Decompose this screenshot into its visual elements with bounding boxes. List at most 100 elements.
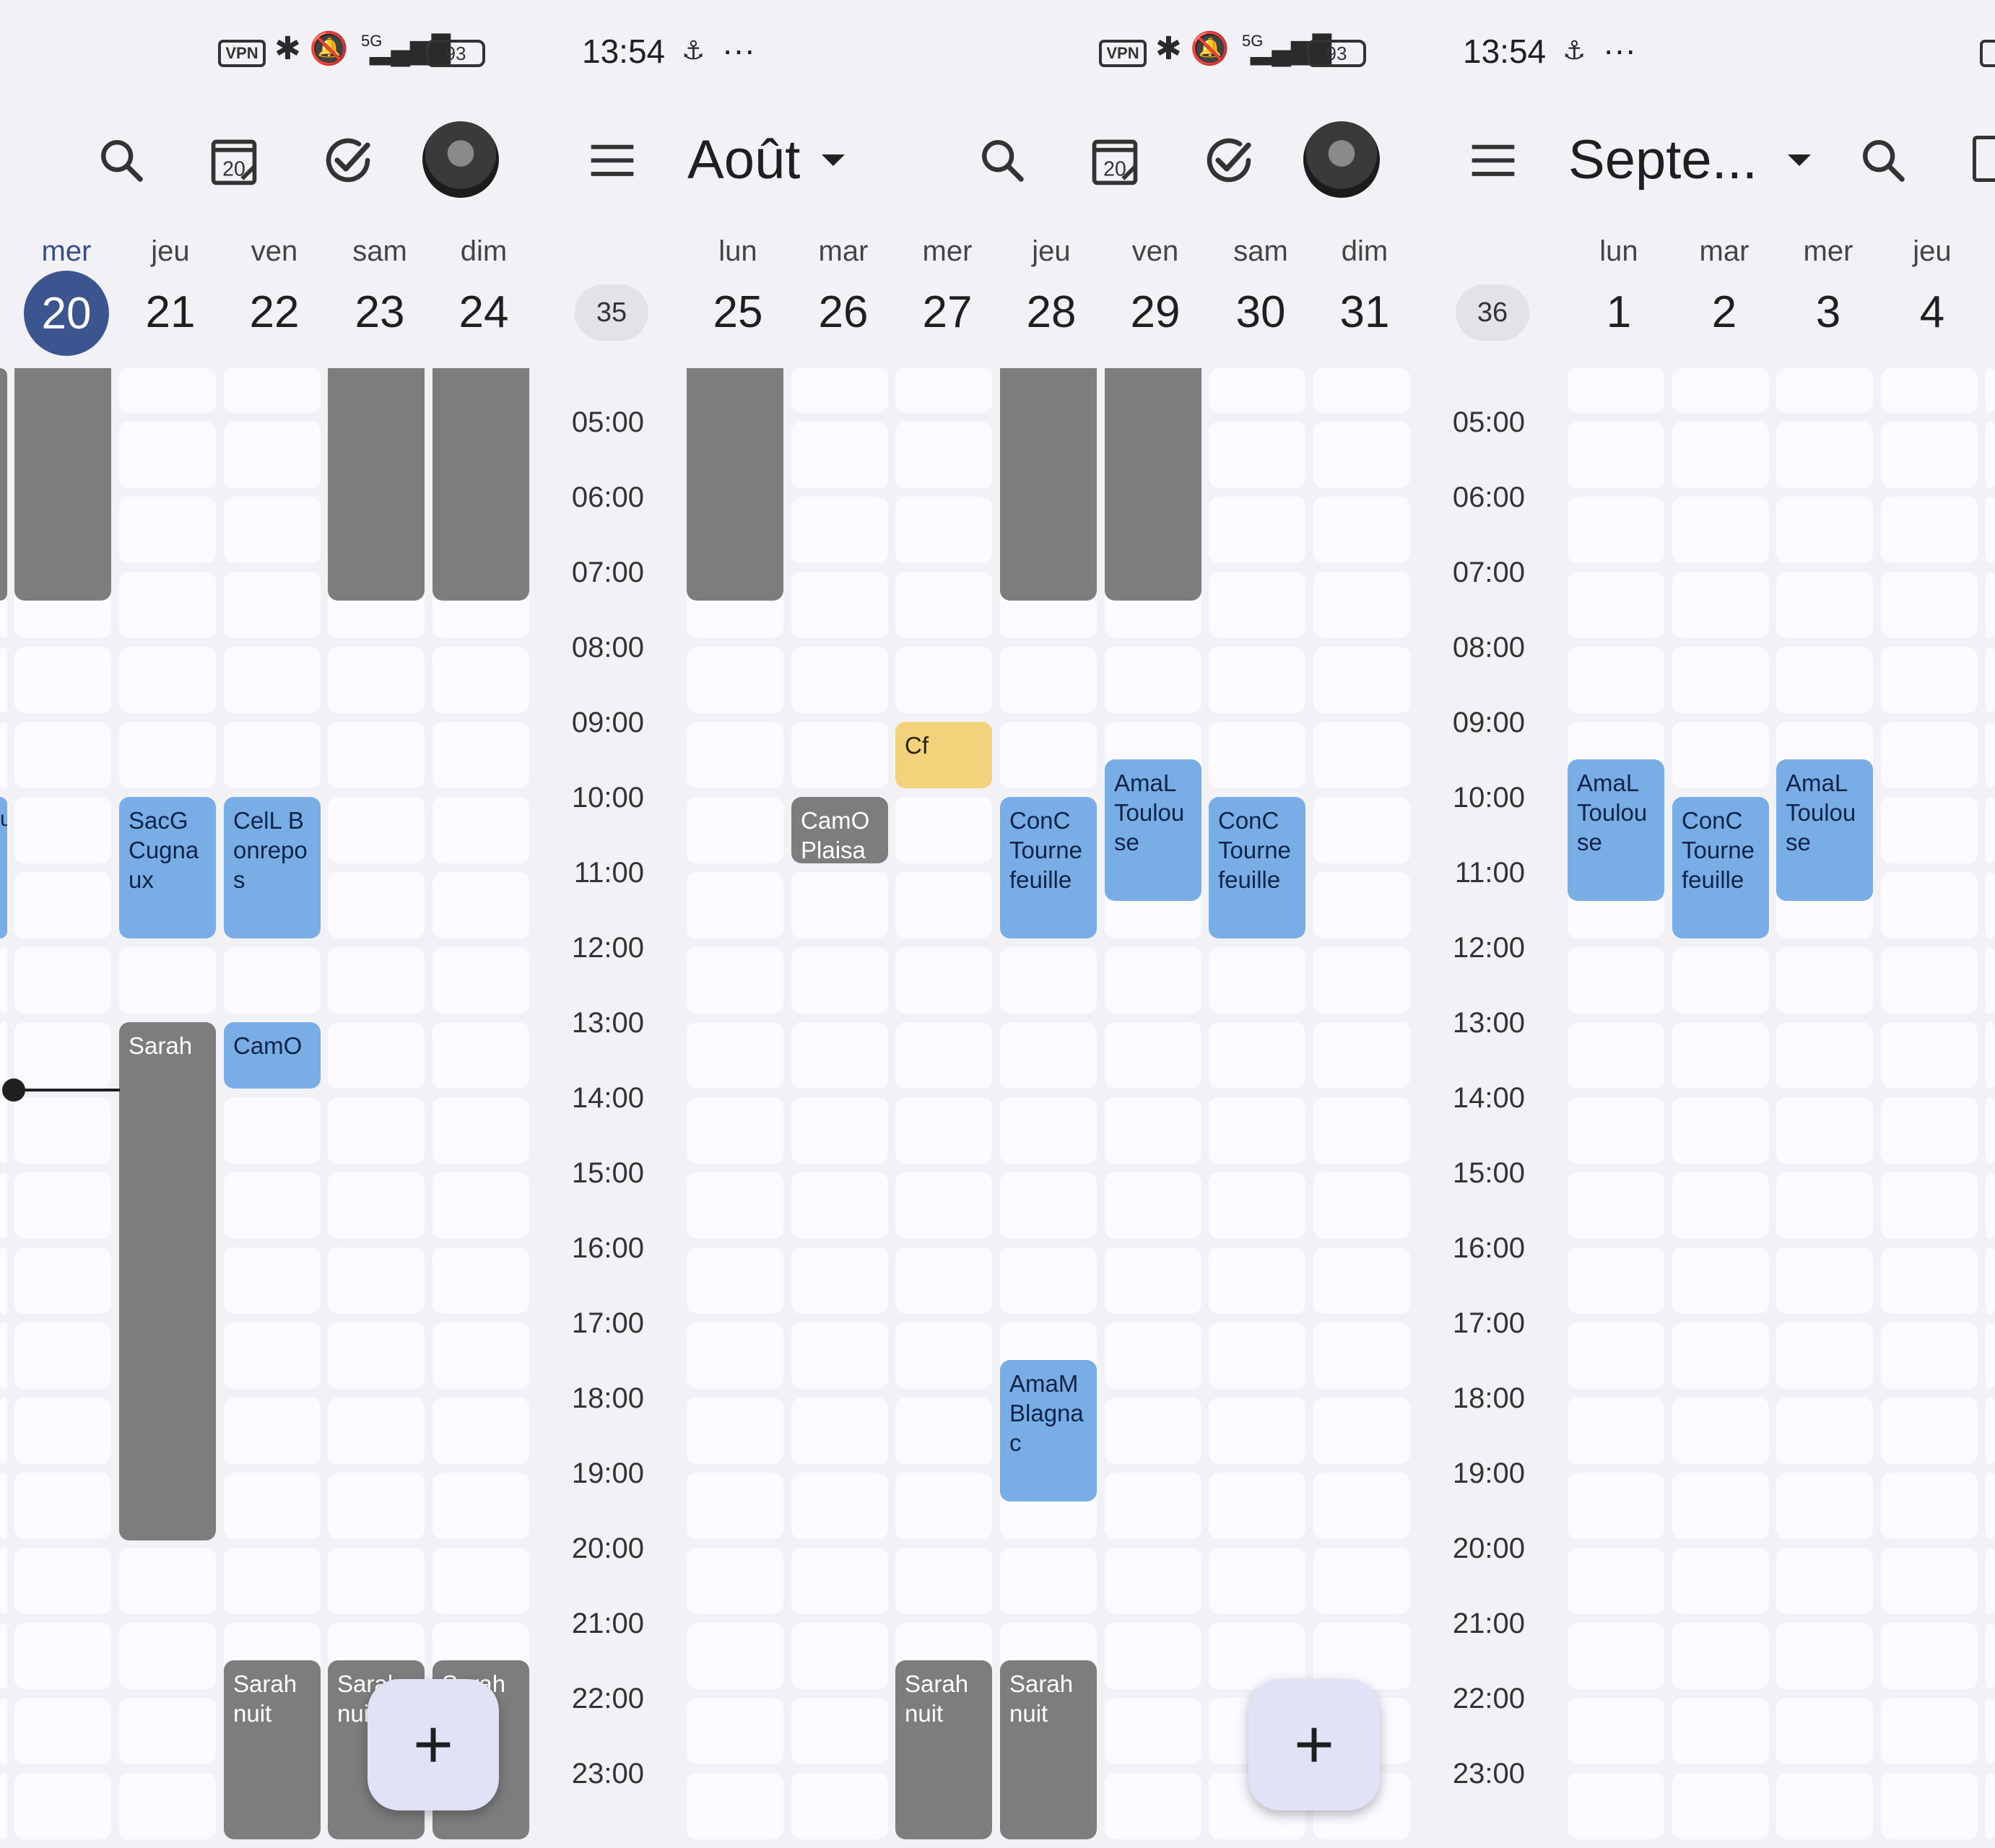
grid-cell[interactable] — [1672, 1247, 1769, 1314]
day-number[interactable]: 31 — [1321, 290, 1408, 335]
grid-cell[interactable] — [328, 947, 425, 1014]
grid-cell[interactable] — [433, 797, 529, 863]
event-block[interactable] — [433, 368, 529, 601]
grid-cell[interactable] — [433, 872, 529, 938]
grid-cell[interactable] — [224, 647, 321, 713]
event-chip[interactable]: AmaL Toulouse — [1776, 759, 1873, 901]
menu-icon[interactable] — [1464, 131, 1522, 189]
event-block[interactable] — [1105, 368, 1201, 601]
search-icon[interactable] — [92, 131, 150, 189]
grid-cell[interactable] — [1776, 647, 1873, 713]
grid-cell[interactable] — [1672, 1773, 1769, 1839]
day-number[interactable]: 26 — [800, 290, 887, 335]
grid-cell[interactable] — [328, 647, 425, 713]
grid-cell[interactable] — [1000, 722, 1097, 788]
grid-cell[interactable] — [687, 1698, 783, 1764]
grid-cell[interactable] — [791, 722, 888, 788]
dropdown-icon[interactable] — [804, 131, 862, 189]
grid-cell[interactable] — [1568, 1548, 1664, 1614]
grid-cell[interactable] — [328, 1022, 425, 1089]
grid-cell[interactable] — [687, 1172, 783, 1239]
grid-cell[interactable] — [433, 1473, 529, 1539]
grid-cell[interactable] — [1105, 1773, 1201, 1839]
grid-cell[interactable] — [791, 1623, 888, 1689]
grid-cell[interactable] — [1313, 1548, 1410, 1614]
grid-cell[interactable] — [14, 1172, 111, 1239]
grid-cell[interactable] — [433, 947, 529, 1014]
grid-cell[interactable] — [433, 1548, 529, 1614]
grid-cell[interactable] — [1881, 1172, 1978, 1239]
event-chip[interactable]: u — [0, 797, 7, 938]
grid-cell[interactable] — [1568, 1773, 1664, 1839]
grid-cell[interactable] — [687, 722, 783, 788]
grid-cell[interactable] — [14, 1773, 111, 1839]
grid-cell[interactable] — [1986, 1247, 1995, 1314]
event-chip[interactable]: ConC Tournefeuille — [1000, 797, 1097, 938]
grid-cell[interactable] — [1313, 797, 1410, 863]
grid-cell[interactable] — [1105, 1322, 1201, 1389]
grid-cell[interactable] — [119, 947, 216, 1014]
event-chip[interactable]: Sarah nuit — [224, 1660, 321, 1839]
grid-cell[interactable] — [687, 1548, 783, 1614]
grid-cell[interactable] — [1986, 572, 1995, 638]
grid-cell[interactable] — [1672, 368, 1769, 413]
grid-cell[interactable] — [895, 872, 992, 938]
create-event-button[interactable]: + — [1248, 1679, 1380, 1810]
grid-cell[interactable] — [1209, 647, 1305, 713]
grid-cell[interactable] — [1776, 1022, 1873, 1089]
grid-cell[interactable] — [328, 1097, 425, 1164]
grid-cell[interactable] — [1568, 1097, 1664, 1164]
grid-cell[interactable] — [0, 1473, 7, 1539]
grid-cell[interactable] — [14, 872, 111, 938]
grid-cell[interactable] — [14, 1548, 111, 1614]
day-number[interactable]: 4 — [1889, 290, 1976, 335]
day-number[interactable]: 21 — [127, 290, 214, 335]
grid-cell[interactable] — [1313, 368, 1410, 413]
grid-cell[interactable] — [1000, 1172, 1097, 1239]
event-block[interactable] — [687, 368, 783, 601]
grid-cell[interactable] — [1209, 1097, 1305, 1164]
grid-cell[interactable] — [0, 947, 7, 1014]
grid-cell[interactable] — [328, 722, 425, 788]
grid-cell[interactable] — [14, 1322, 111, 1389]
grid-cell[interactable] — [1313, 1247, 1410, 1314]
grid-cell[interactable] — [119, 572, 216, 638]
grid-cell[interactable] — [1209, 422, 1305, 488]
grid-cell[interactable] — [328, 1247, 425, 1314]
grid-cell[interactable] — [0, 1022, 7, 1089]
grid-cell[interactable] — [1986, 1548, 1995, 1614]
grid-cell[interactable] — [1776, 422, 1873, 488]
grid-cell[interactable] — [433, 1022, 529, 1089]
grid-cell[interactable] — [1986, 1172, 1995, 1239]
grid-cell[interactable] — [791, 1322, 888, 1389]
grid-cell[interactable] — [1881, 368, 1978, 413]
grid-cell[interactable] — [224, 1473, 321, 1539]
grid-cell[interactable] — [1105, 1247, 1201, 1314]
day-number[interactable]: 28 — [1008, 290, 1095, 335]
grid-cell[interactable] — [791, 1773, 888, 1839]
grid-cell[interactable] — [1776, 947, 1873, 1014]
grid-cell[interactable] — [895, 1398, 992, 1464]
grid-cell[interactable] — [1000, 947, 1097, 1014]
grid-cell[interactable] — [119, 1773, 216, 1839]
grid-cell[interactable] — [791, 1172, 888, 1239]
day-number[interactable]: 25 — [695, 290, 781, 335]
grid-cell[interactable] — [1568, 1398, 1664, 1464]
grid-cell[interactable] — [1000, 1097, 1097, 1164]
grid-cell[interactable] — [1986, 647, 1995, 713]
grid-cell[interactable] — [1672, 1623, 1769, 1689]
grid-cell[interactable] — [1209, 368, 1305, 413]
grid-cell[interactable] — [1881, 1022, 1978, 1089]
grid-cell[interactable] — [791, 1247, 888, 1314]
grid-cell[interactable] — [1313, 497, 1410, 563]
grid-cell[interactable] — [1881, 722, 1978, 788]
grid-cell[interactable] — [687, 797, 783, 863]
grid-cell[interactable] — [0, 1172, 7, 1239]
grid-cell[interactable] — [433, 722, 529, 788]
grid-cell[interactable] — [328, 1473, 425, 1539]
event-block[interactable] — [1000, 368, 1097, 601]
grid-cell[interactable] — [687, 1473, 783, 1539]
grid-cell[interactable] — [1209, 1172, 1305, 1239]
tasks-icon[interactable] — [1200, 131, 1258, 189]
grid-cell[interactable] — [1986, 872, 1995, 938]
